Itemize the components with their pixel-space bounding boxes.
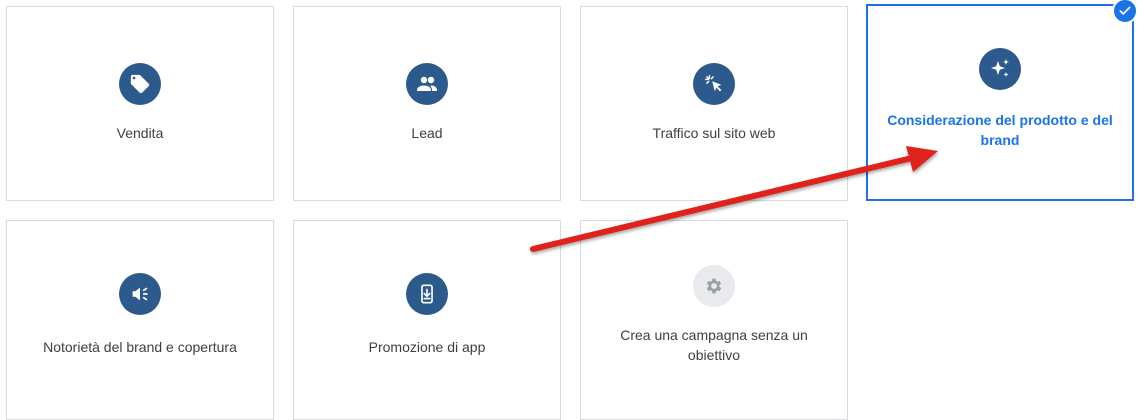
card-label: Promozione di app <box>368 339 486 355</box>
phone-download-icon <box>406 273 448 315</box>
card-notorieta[interactable]: Notorietà del brand e copertura <box>6 220 274 420</box>
tag-icon <box>119 63 161 105</box>
people-icon <box>406 63 448 105</box>
card-lead[interactable]: Lead <box>293 6 561 201</box>
gear-icon <box>693 265 735 307</box>
card-label: Crea una campagna senza un obiettivo <box>620 327 808 363</box>
card-label: Traffico sul sito web <box>652 125 776 141</box>
card-senza-obiettivo[interactable]: Crea una campagna senza un obiettivo <box>580 220 848 420</box>
card-label: Lead <box>411 125 443 141</box>
card-considerazione[interactable]: Considerazione del prodotto e del brand <box>866 0 1138 201</box>
card-promozione-app[interactable]: Promozione di app <box>293 220 561 420</box>
sparkle-icon <box>979 48 1021 90</box>
speaker-icon <box>119 273 161 315</box>
card-vendita[interactable]: Vendita <box>6 6 274 201</box>
check-icon <box>1112 0 1138 24</box>
card-label: Considerazione del prodotto e del brand <box>887 112 1113 148</box>
card-label: Vendita <box>116 125 164 141</box>
card-traffico[interactable]: Traffico sul sito web <box>580 6 848 201</box>
cursor-click-icon <box>693 63 735 105</box>
card-label: Notorietà del brand e copertura <box>43 339 237 355</box>
